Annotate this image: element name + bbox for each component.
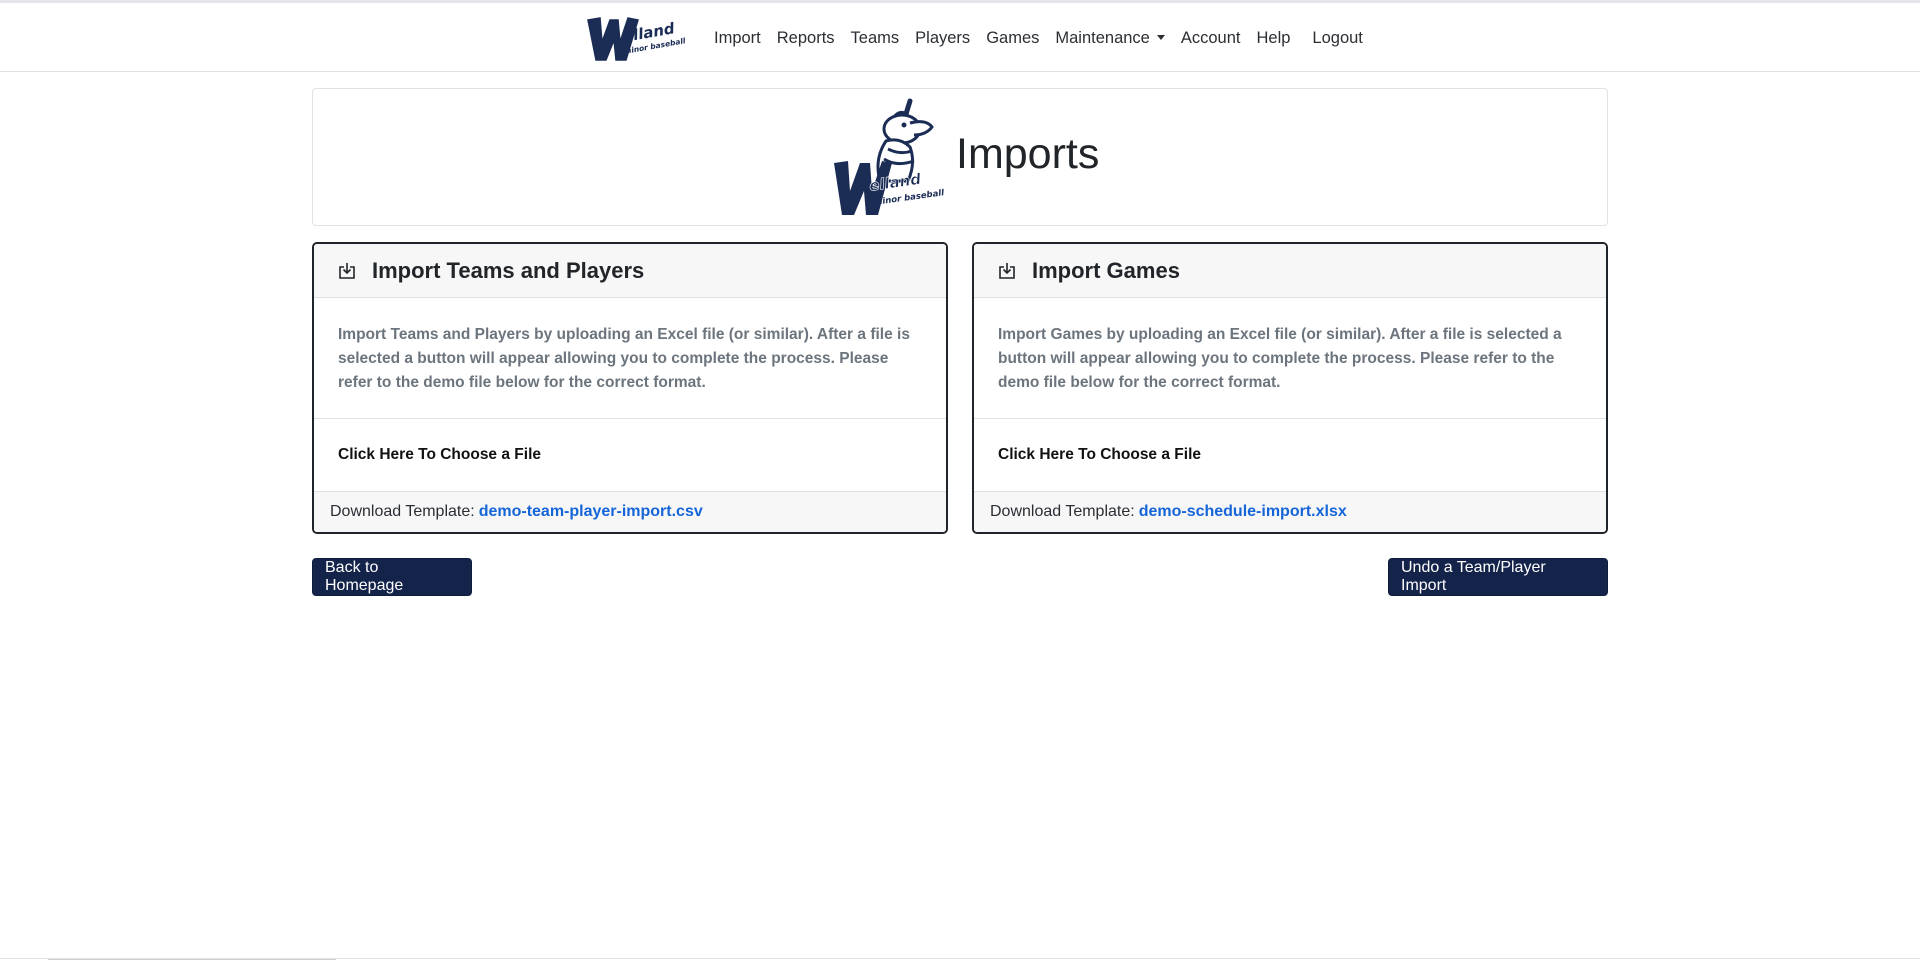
- download-icon: [338, 262, 356, 280]
- undo-import-button[interactable]: Undo a Team/Player Import: [1388, 558, 1608, 596]
- page-header: elland minor baseball Imports: [312, 88, 1608, 226]
- nav-reports[interactable]: Reports: [769, 29, 843, 48]
- card-header: Import Games: [974, 244, 1606, 298]
- nav-teams[interactable]: Teams: [843, 29, 908, 48]
- import-games-card: Import Games Import Games by uploading a…: [972, 242, 1608, 534]
- choose-file-button[interactable]: Click Here To Choose a File: [974, 419, 1606, 492]
- navbar-container: elland minor baseball Import Reports Tea…: [584, 10, 1371, 66]
- nav-import[interactable]: Import: [706, 29, 769, 48]
- nav-logout[interactable]: Logout: [1304, 29, 1370, 48]
- template-label: Download Template:: [330, 503, 475, 520]
- template-download-link[interactable]: demo-team-player-import.csv: [479, 503, 703, 521]
- page-title: Imports: [956, 129, 1100, 178]
- page-header-content: elland minor baseball Imports: [830, 97, 1099, 219]
- card-footer: Download Template: demo-team-player-impo…: [314, 492, 946, 532]
- template-label: Download Template:: [990, 503, 1135, 520]
- import-teams-players-card: Import Teams and Players Import Teams an…: [312, 242, 948, 534]
- card-title: Import Teams and Players: [372, 257, 645, 283]
- back-to-homepage-button[interactable]: Back to Homepage: [312, 558, 472, 596]
- mascot-logo-icon: elland minor baseball: [834, 98, 946, 215]
- card-description: Import Games by uploading an Excel file …: [974, 298, 1606, 419]
- nav-account[interactable]: Account: [1173, 29, 1249, 48]
- nav-maintenance-dropdown[interactable]: Maintenance: [1047, 29, 1172, 48]
- card-title: Import Games: [1032, 257, 1180, 283]
- download-icon: [998, 262, 1016, 280]
- nav-games[interactable]: Games: [978, 29, 1047, 48]
- template-download-link[interactable]: demo-schedule-import.xlsx: [1139, 503, 1347, 521]
- choose-file-button[interactable]: Click Here To Choose a File: [314, 419, 946, 492]
- navbar: elland minor baseball Import Reports Tea…: [0, 4, 1920, 72]
- card-footer: Download Template: demo-schedule-import.…: [974, 492, 1606, 532]
- welland-logo-icon: elland minor baseball: [587, 17, 687, 61]
- nav-help[interactable]: Help: [1248, 29, 1298, 48]
- nav-players[interactable]: Players: [907, 29, 978, 48]
- card-header: Import Teams and Players: [314, 244, 946, 298]
- card-description: Import Teams and Players by uploading an…: [314, 298, 946, 419]
- horizontal-scrollbar[interactable]: [48, 959, 336, 963]
- brand-logo[interactable]: elland minor baseball: [584, 10, 688, 66]
- nav-list: Import Reports Teams Players Games Maint…: [706, 29, 1371, 48]
- svg-text:elland: elland: [868, 170, 922, 195]
